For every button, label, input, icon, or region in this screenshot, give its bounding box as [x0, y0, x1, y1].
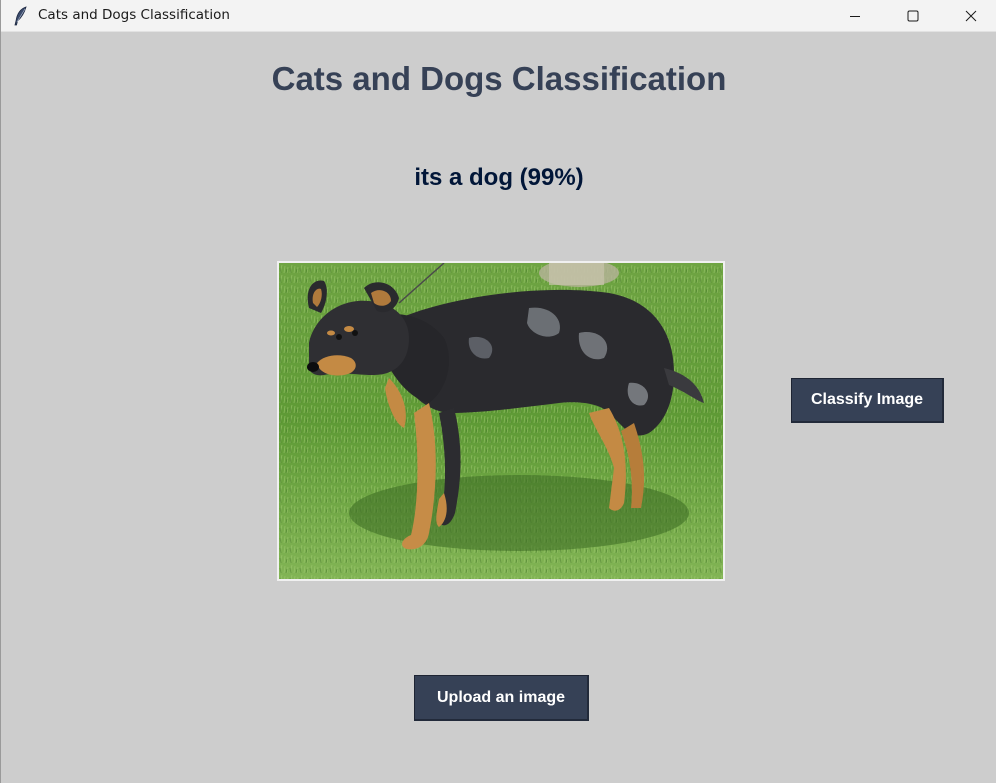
upload-image-button[interactable]: Upload an image [414, 675, 589, 721]
maximize-icon [907, 10, 919, 22]
minimize-button[interactable] [832, 0, 878, 32]
uploaded-image [277, 261, 725, 581]
title-bar[interactable]: Cats and Dogs Classification [1, 0, 996, 32]
close-button[interactable] [948, 0, 994, 32]
main-content: Cats and Dogs Classification its a dog (… [1, 33, 996, 783]
minimize-icon [849, 10, 861, 22]
page-title: Cats and Dogs Classification [271, 60, 727, 97]
window-title: Cats and Dogs Classification [38, 7, 230, 23]
feather-icon [13, 6, 29, 26]
maximize-button[interactable] [890, 0, 936, 32]
app-window: Cats and Dogs Classification Cats and Do… [0, 0, 996, 783]
classification-result: its a dog (99%) [414, 164, 584, 191]
classify-image-button[interactable]: Classify Image [791, 378, 944, 423]
close-icon [965, 10, 977, 22]
